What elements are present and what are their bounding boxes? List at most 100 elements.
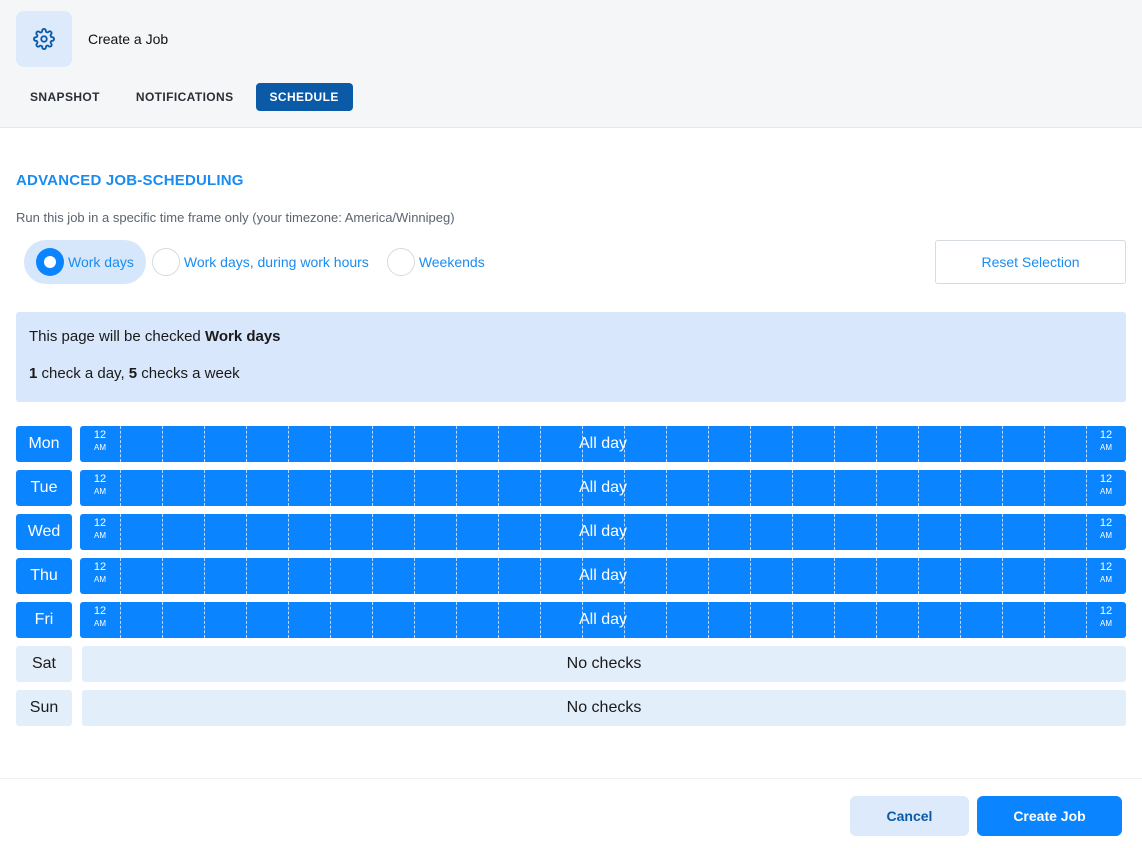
hour-divider <box>498 602 499 638</box>
hour-divider <box>120 470 121 506</box>
day-bar-label: All day <box>578 479 628 496</box>
tab-schedule[interactable]: SCHEDULE <box>255 83 353 111</box>
hour-divider <box>498 514 499 550</box>
hour-divider <box>288 470 289 506</box>
radio-dot <box>44 256 56 268</box>
day-bar-label: All day <box>578 567 628 584</box>
start-time-marker[interactable]: 12 AM <box>80 562 120 584</box>
hour-divider <box>792 602 793 638</box>
hour-divider <box>708 514 709 550</box>
schedule-row-mon: Mon 12 AM 12 AM All day <box>16 426 1126 462</box>
hour-divider <box>918 426 919 462</box>
hour-divider <box>162 514 163 550</box>
day-time-bar[interactable]: No checks <box>82 646 1126 682</box>
marker-ampm: AM <box>1100 619 1112 628</box>
marker-ampm: AM <box>94 531 106 540</box>
day-time-bar[interactable]: 12 AM 12 AM All day <box>80 558 1126 594</box>
end-time-marker[interactable]: 12 AM <box>1086 518 1126 540</box>
hour-divider <box>498 426 499 462</box>
day-label-tue[interactable]: Tue <box>16 470 72 506</box>
marker-ampm: AM <box>1100 531 1112 540</box>
marker-hour: 12 <box>93 429 107 441</box>
day-bar-label: No checks <box>566 699 642 716</box>
day-label-sat[interactable]: Sat <box>16 646 72 682</box>
hour-divider <box>792 470 793 506</box>
start-time-marker[interactable]: 12 AM <box>80 606 120 628</box>
day-label-sun[interactable]: Sun <box>16 690 72 726</box>
hour-divider <box>876 558 877 594</box>
radio-work-days[interactable]: Work days <box>24 240 146 284</box>
hour-divider <box>246 602 247 638</box>
day-time-bar[interactable]: No checks <box>82 690 1126 726</box>
hour-divider <box>372 602 373 638</box>
hour-divider <box>876 426 877 462</box>
hour-divider <box>750 558 751 594</box>
day-time-bar[interactable]: 12 AM 12 AM All day <box>80 426 1126 462</box>
cancel-button[interactable]: Cancel <box>850 796 969 836</box>
marker-ampm: AM <box>94 487 106 496</box>
start-time-marker[interactable]: 12 AM <box>80 518 120 540</box>
marker-hour: 12 <box>1099 561 1113 573</box>
hour-divider <box>876 602 877 638</box>
end-time-marker[interactable]: 12 AM <box>1086 562 1126 584</box>
hour-divider <box>288 602 289 638</box>
hour-divider <box>666 602 667 638</box>
schedule-row-thu: Thu 12 AM 12 AM All day <box>16 558 1126 594</box>
tab-notifications[interactable]: NOTIFICATIONS <box>122 83 248 111</box>
hour-divider <box>666 470 667 506</box>
day-label-wed[interactable]: Wed <box>16 514 72 550</box>
marker-hour: 12 <box>1099 605 1113 617</box>
hour-divider <box>666 426 667 462</box>
footer: Cancel Create Job <box>0 778 1142 848</box>
schedule-row-fri: Fri 12 AM 12 AM All day <box>16 602 1126 638</box>
radio-label: Weekends <box>418 254 485 270</box>
start-time-marker[interactable]: 12 AM <box>80 430 120 452</box>
start-time-marker[interactable]: 12 AM <box>80 474 120 496</box>
hour-divider <box>204 514 205 550</box>
checks-per-week-text: checks a week <box>137 365 240 382</box>
hour-divider <box>708 470 709 506</box>
hour-divider <box>708 602 709 638</box>
hour-divider <box>1044 514 1045 550</box>
end-time-marker[interactable]: 12 AM <box>1086 606 1126 628</box>
hour-divider <box>330 514 331 550</box>
radio-weekends[interactable]: Weekends <box>386 240 497 284</box>
day-label-fri[interactable]: Fri <box>16 602 72 638</box>
hour-divider <box>330 602 331 638</box>
hour-divider <box>498 558 499 594</box>
hour-divider <box>120 602 121 638</box>
hour-divider <box>246 426 247 462</box>
day-time-bar[interactable]: 12 AM 12 AM All day <box>80 514 1126 550</box>
marker-hour: 12 <box>93 561 107 573</box>
hour-divider <box>792 558 793 594</box>
day-time-bar[interactable]: 12 AM 12 AM All day <box>80 602 1126 638</box>
hour-divider <box>162 558 163 594</box>
schedule-row-wed: Wed 12 AM 12 AM All day <box>16 514 1126 550</box>
schedule-preset-radios: Work days Work days, during work hours W… <box>24 240 503 284</box>
day-bar-label: All day <box>578 611 628 628</box>
reset-selection-button[interactable]: Reset Selection <box>935 240 1126 284</box>
radio-indicator <box>386 248 415 276</box>
hour-divider <box>1044 470 1045 506</box>
hour-divider <box>246 514 247 550</box>
hour-divider <box>414 426 415 462</box>
end-time-marker[interactable]: 12 AM <box>1086 474 1126 496</box>
section-title: ADVANCED JOB-SCHEDULING <box>16 172 244 189</box>
hour-divider <box>288 514 289 550</box>
hour-divider <box>918 470 919 506</box>
hour-divider <box>204 602 205 638</box>
tab-snapshot[interactable]: SNAPSHOT <box>16 83 114 111</box>
end-time-marker[interactable]: 12 AM <box>1086 430 1126 452</box>
summary-prefix: This page will be checked <box>29 328 205 345</box>
day-time-bar[interactable]: 12 AM 12 AM All day <box>80 470 1126 506</box>
hour-divider <box>1044 602 1045 638</box>
day-label-mon[interactable]: Mon <box>16 426 72 462</box>
hour-divider <box>960 558 961 594</box>
hour-divider <box>540 514 541 550</box>
day-label-thu[interactable]: Thu <box>16 558 72 594</box>
hour-divider <box>372 558 373 594</box>
hour-divider <box>1002 470 1003 506</box>
radio-work-hours[interactable]: Work days, during work hours <box>151 240 381 284</box>
marker-hour: 12 <box>93 605 107 617</box>
create-job-button[interactable]: Create Job <box>977 796 1122 836</box>
